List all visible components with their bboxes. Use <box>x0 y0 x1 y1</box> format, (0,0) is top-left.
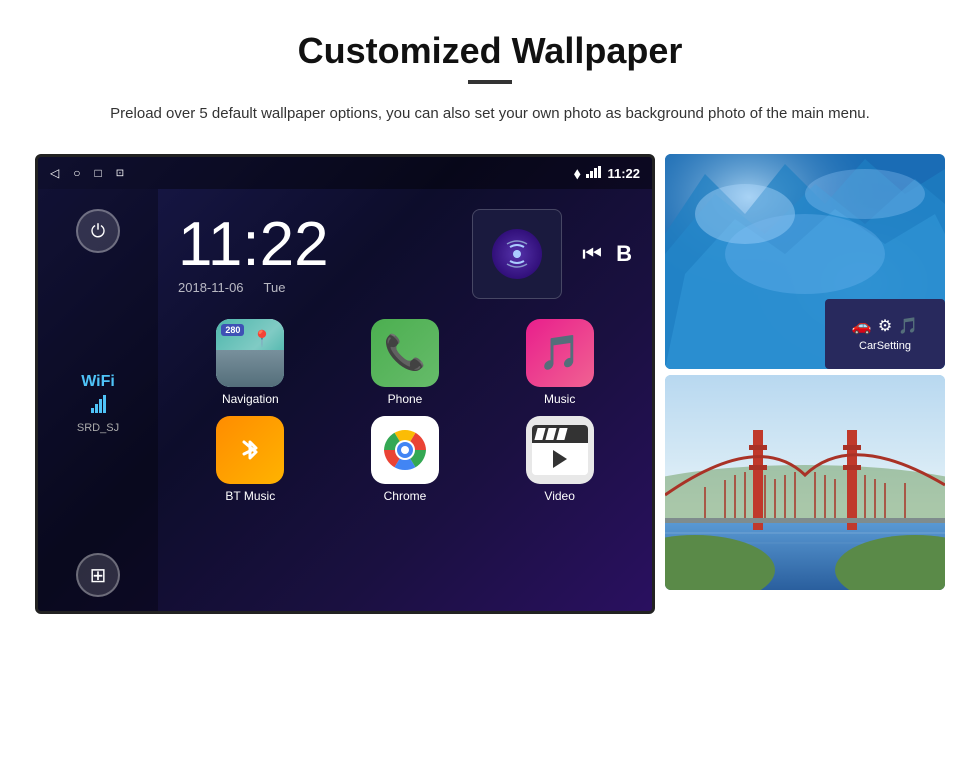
power-icon: ⏻ <box>91 221 105 242</box>
page-description: Preload over 5 default wallpaper options… <box>110 102 870 126</box>
app-chrome[interactable]: Chrome <box>333 416 478 503</box>
chrome-icon <box>371 416 439 484</box>
android-screen: ◁ ○ □ ⊡ ⬧ 11:22 <box>35 154 655 614</box>
bt-music-icon <box>216 416 284 484</box>
app-video[interactable]: Video <box>487 416 632 503</box>
wallpaper-panels: 🚗 ⚙ 🎵 CarSetting <box>665 154 945 590</box>
music-icon-mini: 🎵 <box>898 316 918 336</box>
bt-music-label: BT Music <box>225 489 275 503</box>
car-icon: 🚗 <box>852 316 872 336</box>
phone-label: Phone <box>388 392 423 406</box>
bridge-svg <box>665 375 945 590</box>
clock-info: 11:22 2018-11-06 Tue <box>178 214 452 295</box>
media-track-label: B <box>616 241 632 267</box>
clapperboard-icon <box>532 425 588 475</box>
status-time: 11:22 <box>607 166 640 181</box>
title-divider <box>468 80 512 84</box>
android-screen-container: ◁ ○ □ ⊡ ⬧ 11:22 <box>35 154 945 614</box>
apps-grid-icon: ⊞ <box>90 563 107 588</box>
music-icon: 🎵 <box>526 319 594 387</box>
center-content: 11:22 2018-11-06 Tue <box>158 189 652 614</box>
wifi-widget: WiFi SRD_SJ <box>77 373 119 434</box>
power-button[interactable]: ⏻ <box>76 209 120 253</box>
main-content: ⏻ WiFi SRD_SJ <box>38 189 652 614</box>
clock-time: 11:22 <box>178 214 452 276</box>
wifi-ssid: SRD_SJ <box>77 422 119 434</box>
settings-icon-mini: ⚙ <box>878 316 892 336</box>
nav-home-icon[interactable]: ○ <box>73 166 80 180</box>
clock-date-row: 2018-11-06 Tue <box>178 280 452 295</box>
app-bt-music[interactable]: BT Music <box>178 416 323 503</box>
nav-badge: 280 <box>221 324 244 336</box>
clock-day: Tue <box>264 280 286 295</box>
wifi-signal-bars <box>77 395 119 418</box>
app-phone[interactable]: 📞 Phone <box>333 319 478 406</box>
music-symbol: 🎵 <box>538 333 580 373</box>
nav-recent-icon[interactable]: □ <box>94 166 101 180</box>
apps-button[interactable]: ⊞ <box>76 553 120 597</box>
phone-icon: 📞 <box>371 319 439 387</box>
media-icon <box>492 229 542 279</box>
wallpaper-preview-bridge[interactable] <box>665 375 945 590</box>
media-controls: ⏮ B <box>582 241 632 267</box>
clock-date: 2018-11-06 <box>178 280 244 295</box>
chrome-label: Chrome <box>384 489 427 503</box>
bluetooth-symbol <box>231 431 269 469</box>
app-music[interactable]: 🎵 Music <box>487 319 632 406</box>
status-bar: ◁ ○ □ ⊡ ⬧ 11:22 <box>38 157 652 189</box>
left-sidebar: ⏻ WiFi SRD_SJ <box>38 189 158 614</box>
car-setting-label-mini: CarSetting <box>859 340 911 352</box>
clock-area: 11:22 2018-11-06 Tue <box>168 199 642 319</box>
video-icon <box>526 416 594 484</box>
media-widget <box>472 209 562 299</box>
location-icon: ⬧ <box>574 165 580 182</box>
prev-track-icon[interactable]: ⏮ <box>582 241 602 267</box>
phone-symbol: 📞 <box>384 333 426 373</box>
wallpaper-preview-ice[interactable]: 🚗 ⚙ 🎵 CarSetting <box>665 154 945 369</box>
radio-tower-icon <box>502 239 532 269</box>
app-navigation[interactable]: 280 📍 Navigation <box>178 319 323 406</box>
app-grid: 280 📍 Navigation 📞 Phone <box>168 319 642 503</box>
wifi-label: WiFi <box>77 373 119 391</box>
navigation-icon: 280 📍 <box>216 319 284 387</box>
navigation-label: Navigation <box>222 392 279 406</box>
bridge-scene <box>665 375 945 590</box>
chrome-symbol <box>380 425 430 475</box>
status-bar-right: ⬧ 11:22 <box>574 165 640 182</box>
page-wrapper: Customized Wallpaper Preload over 5 defa… <box>0 0 980 634</box>
nav-pin-icon: 📍 <box>252 329 272 349</box>
nav-back-icon[interactable]: ◁ <box>50 166 59 180</box>
nav-screenshot-icon[interactable]: ⊡ <box>116 168 124 179</box>
status-bar-left: ◁ ○ □ ⊡ <box>50 166 124 180</box>
video-label: Video <box>544 489 574 503</box>
page-title: Customized Wallpaper <box>298 30 683 72</box>
car-setting-mini-preview: 🚗 ⚙ 🎵 CarSetting <box>825 299 945 369</box>
music-label: Music <box>544 392 575 406</box>
wifi-icon <box>586 166 601 181</box>
